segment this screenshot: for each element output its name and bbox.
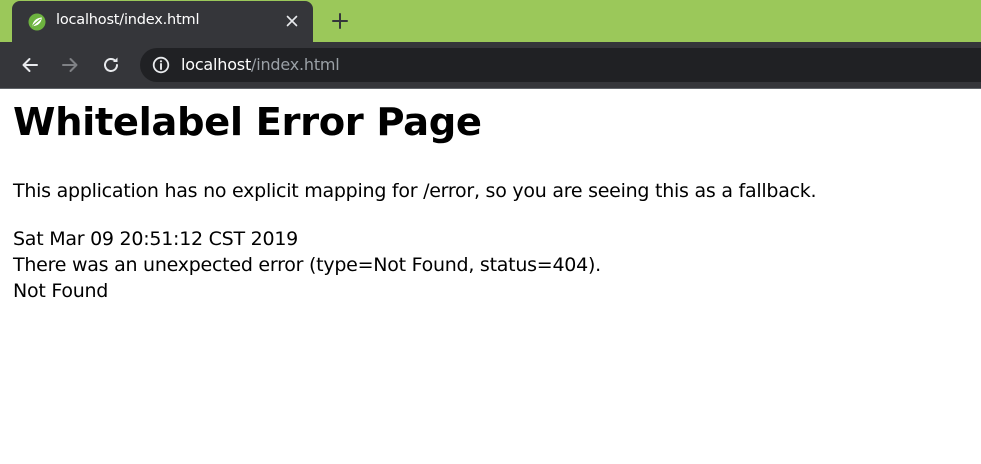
error-reason: Not Found <box>13 280 109 302</box>
toolbar-divider <box>0 88 981 89</box>
info-icon[interactable] <box>152 56 170 74</box>
new-tab-icon[interactable] <box>329 10 351 32</box>
error-timestamp: Sat Mar 09 20:51:12 CST 2019 <box>13 228 298 250</box>
back-arrow-icon[interactable] <box>18 53 42 77</box>
url-text[interactable]: localhost/index.html <box>181 55 340 74</box>
url-host: localhost <box>181 55 252 74</box>
address-bar[interactable]: localhost/index.html <box>140 48 981 82</box>
spring-leaf-icon <box>28 13 46 31</box>
tab-strip: localhost/index.html <box>0 0 981 42</box>
error-message: This application has no explicit mapping… <box>13 180 817 202</box>
url-path: /index.html <box>251 55 340 74</box>
error-description: There was an unexpected error (type=Not … <box>13 254 601 276</box>
reload-icon[interactable] <box>99 53 123 77</box>
close-icon[interactable] <box>283 12 301 30</box>
error-details: Sat Mar 09 20:51:12 CST 2019 There was a… <box>13 226 601 304</box>
browser-toolbar: localhost/index.html <box>0 42 981 88</box>
browser-window: localhost/index.html localhost/index.htm… <box>0 0 981 464</box>
tab-active[interactable]: localhost/index.html <box>12 1 313 42</box>
page-title: Whitelabel Error Page <box>13 100 482 145</box>
forward-arrow-icon[interactable] <box>58 53 82 77</box>
tab-title: localhost/index.html <box>56 12 200 28</box>
